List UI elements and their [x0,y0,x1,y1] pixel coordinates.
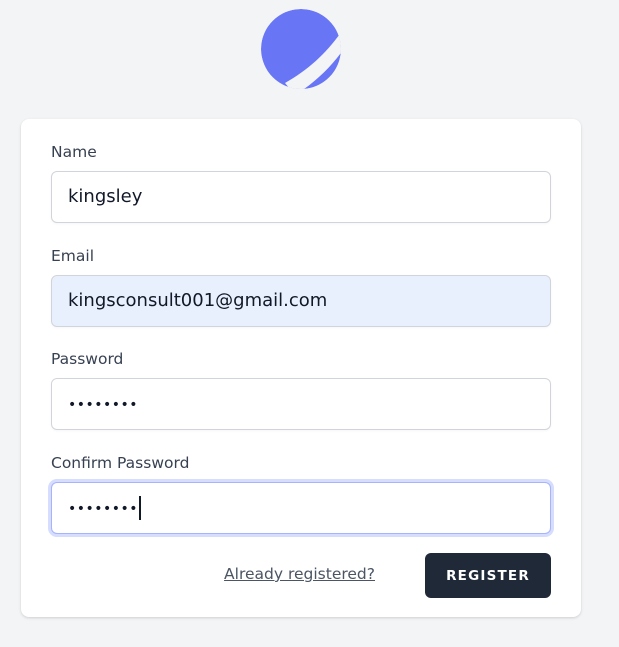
register-button[interactable]: REGISTER [425,553,551,598]
password-value: •••••••• [68,397,139,413]
already-registered-link[interactable]: Already registered? [224,565,375,583]
app-logo-icon [261,9,341,89]
email-label: Email [51,247,95,265]
name-field-group: Name kingsley [51,141,551,223]
confirm-password-label: Confirm Password [51,454,190,472]
form-actions: Already registered? REGISTER [21,553,551,598]
password-input[interactable]: •••••••• [51,378,551,430]
password-field-group: Password •••••••• [51,348,551,430]
email-field-group: Email kingsconsult001@gmail.com [51,245,551,327]
name-input[interactable]: kingsley [51,171,551,223]
password-label: Password [51,350,124,368]
confirm-password-value: •••••••• [68,501,139,517]
confirm-password-field-group: Confirm Password •••••••• [51,452,551,534]
email-input[interactable]: kingsconsult001@gmail.com [51,275,551,327]
name-label: Name [51,143,97,161]
register-card: Name kingsley Email kingsconsult001@gmai… [21,119,581,617]
text-caret [139,496,141,520]
confirm-password-input[interactable]: •••••••• [51,482,551,534]
